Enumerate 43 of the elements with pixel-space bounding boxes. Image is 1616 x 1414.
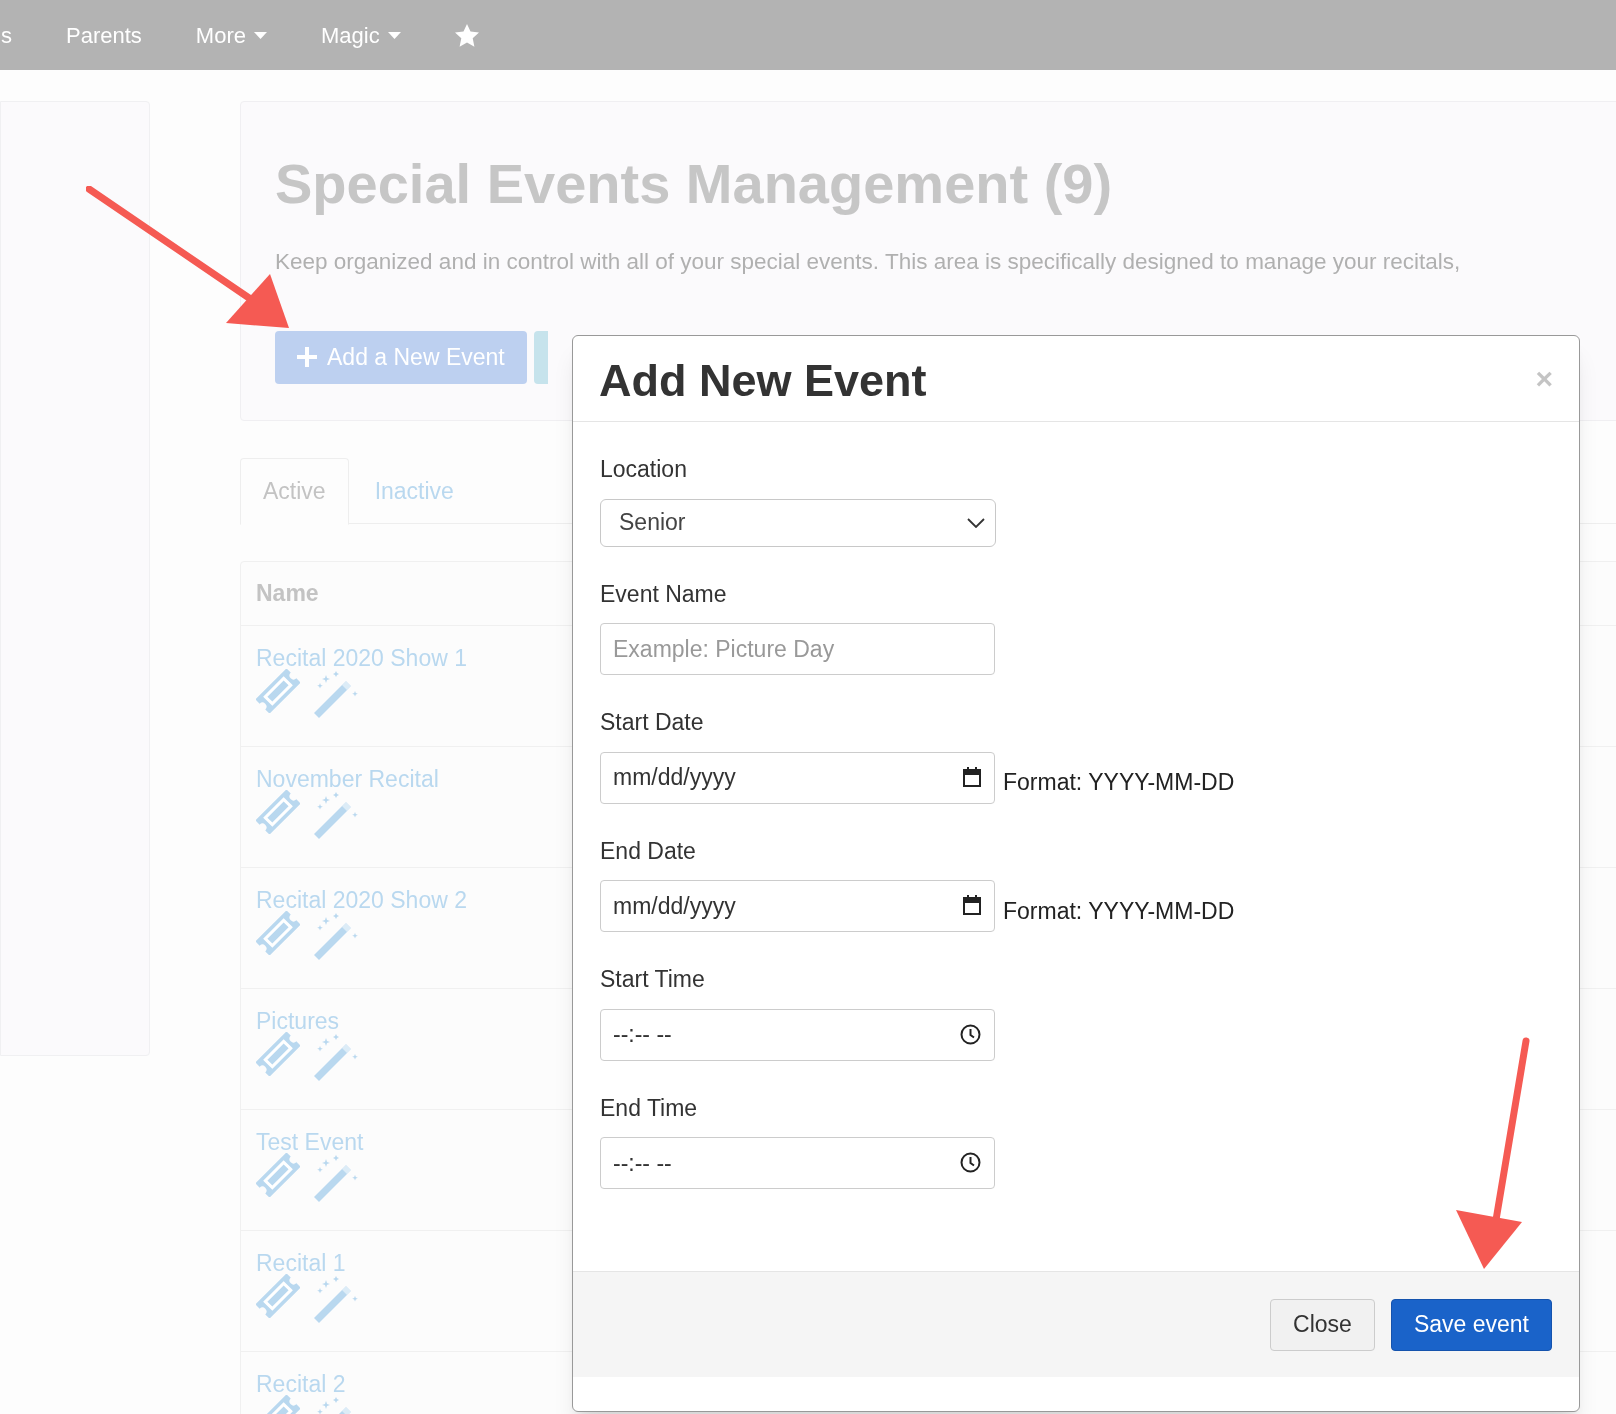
star-icon[interactable] xyxy=(454,23,479,47)
ticket-icon xyxy=(256,1152,300,1197)
format-hint: Format: YYYY-MM-DD xyxy=(1003,896,1235,926)
location-select[interactable]: Senior xyxy=(600,498,996,547)
calendar-icon xyxy=(963,766,981,787)
clock-icon xyxy=(960,1023,981,1045)
tab[interactable]: Active xyxy=(240,458,349,525)
nav-link[interactable]: Magic xyxy=(320,18,401,52)
close-button[interactable]: × xyxy=(1535,363,1553,394)
date-input[interactable]: mm/dd/yyyy xyxy=(600,880,995,932)
ticket-icon xyxy=(256,1273,300,1318)
plus-icon xyxy=(297,347,317,368)
tab[interactable]: Inactive xyxy=(348,458,480,524)
field-label: Event Name xyxy=(600,579,728,609)
format-hint: Format: YYYY-MM-DD xyxy=(1003,768,1235,797)
clock-icon xyxy=(960,1152,981,1173)
modal-title: Add New Event xyxy=(599,353,927,408)
caret-icon xyxy=(387,31,401,39)
chevron-down-icon xyxy=(967,517,985,528)
partial-button[interactable] xyxy=(533,330,548,384)
page-description: Keep organized and in control with all of your special events. This area is specifically designed to manage your recitals, xyxy=(275,248,1462,276)
close-button[interactable]: Close xyxy=(1270,1298,1375,1351)
time-input[interactable]: --:-- -- xyxy=(600,1008,995,1061)
field-label: Start Time xyxy=(600,965,706,994)
save-button[interactable]: Save event xyxy=(1390,1298,1552,1351)
add-event-button[interactable]: Add a New Event xyxy=(275,330,527,384)
column-header: Name xyxy=(256,579,319,609)
nav-link[interactable]: s xyxy=(1,18,12,52)
time-input[interactable]: --:-- -- xyxy=(600,1137,995,1189)
ticket-icon xyxy=(256,668,300,713)
field-label: End Date xyxy=(600,836,697,866)
date-input[interactable]: mm/dd/yyyy xyxy=(600,751,995,804)
caret-icon xyxy=(253,31,267,39)
field-label: End Time xyxy=(600,1093,699,1123)
text-input[interactable]: Example: Picture Day xyxy=(600,623,995,675)
field-label: Location xyxy=(600,455,688,484)
nav-link[interactable]: Parents xyxy=(66,18,142,52)
ticket-icon xyxy=(256,910,300,955)
nav-link[interactable]: More xyxy=(195,18,267,52)
ticket-icon xyxy=(256,1031,300,1076)
calendar-icon xyxy=(963,895,981,915)
ticket-icon xyxy=(256,789,300,834)
field-label: Start Date xyxy=(600,708,705,737)
